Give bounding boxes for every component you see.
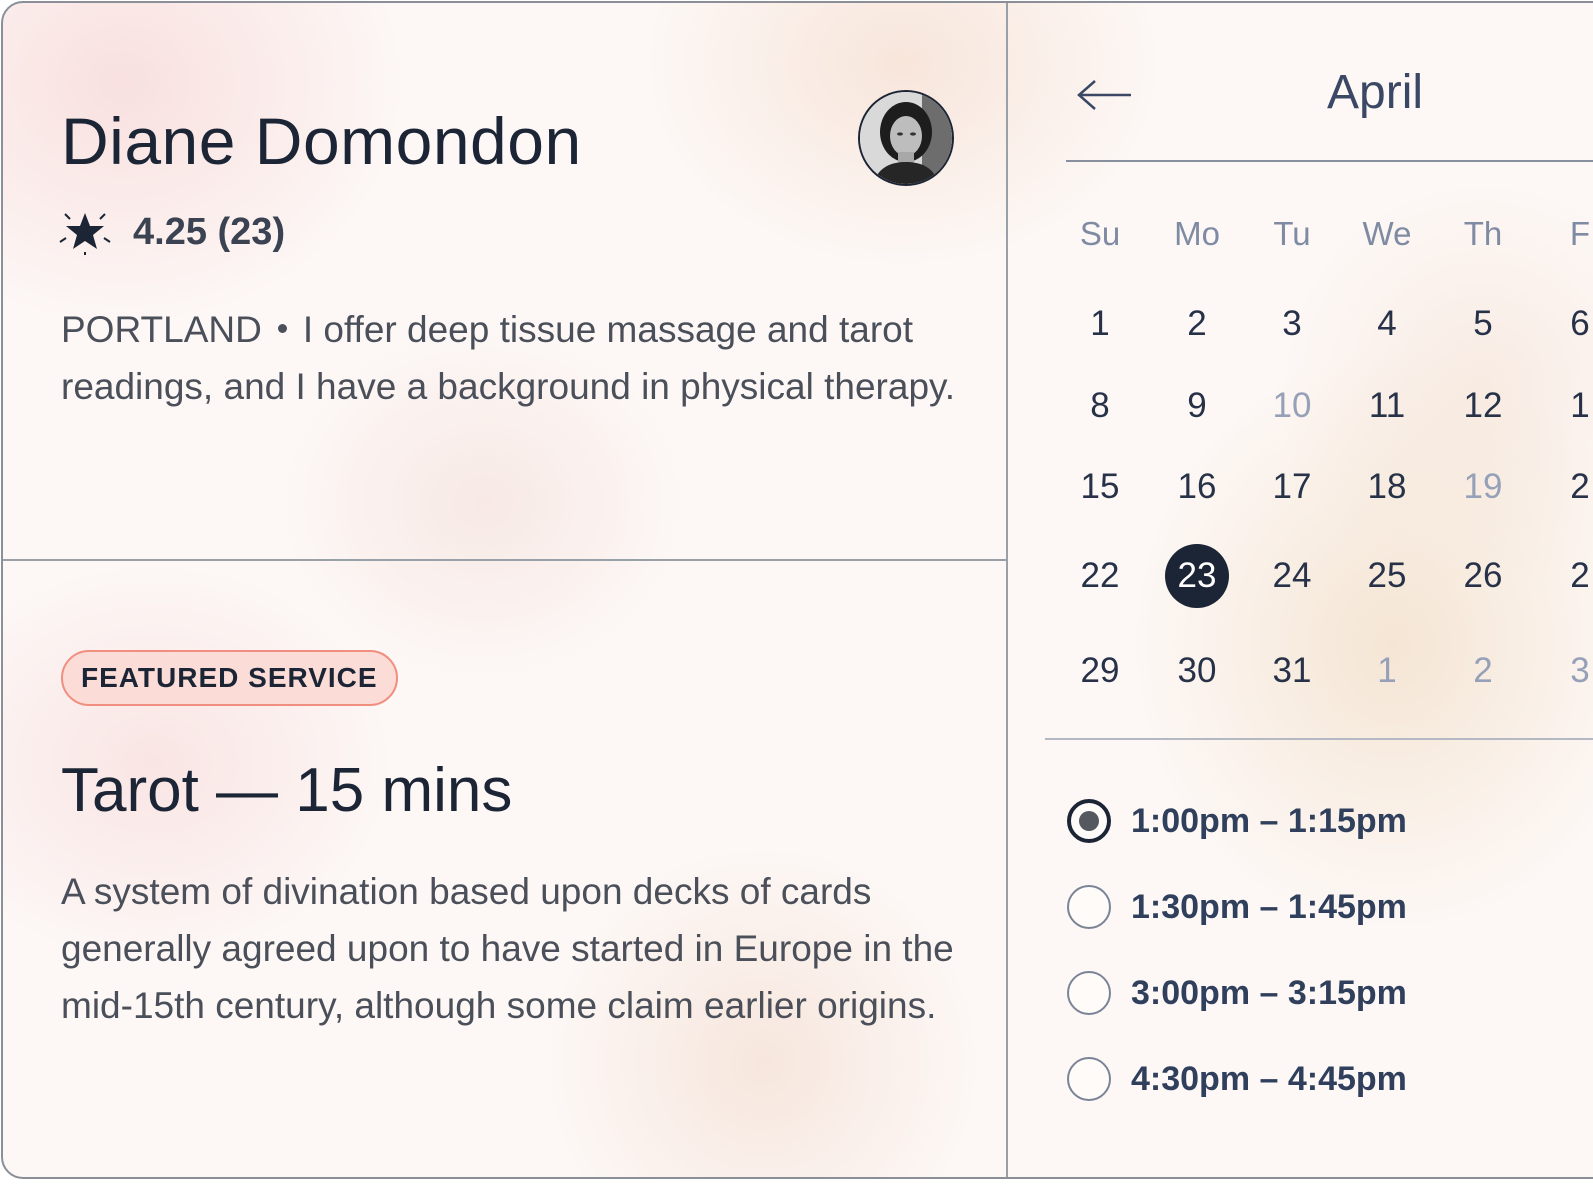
service-description: A system of divination based upon decks … — [61, 871, 954, 1026]
calendar-day[interactable]: 6 — [1540, 291, 1593, 357]
service-title: Tarot — 15 mins — [61, 756, 513, 825]
radio-unselected[interactable] — [1067, 1057, 1111, 1101]
calendar-day[interactable]: 15 — [1060, 454, 1140, 520]
calendar-day[interactable]: 2 — [1443, 638, 1523, 704]
bullet-separator — [277, 323, 287, 333]
calendar-day[interactable]: 22 — [1060, 543, 1140, 609]
calendar-day[interactable]: 19 — [1443, 454, 1523, 520]
location: PORTLAND — [61, 309, 262, 350]
provider-bio: PORTLAND I offer deep tissue massage and … — [61, 301, 961, 415]
calendar-day[interactable]: 31 — [1252, 638, 1332, 704]
time-slot-option[interactable]: 4:30pm – 4:45pm — [1067, 1057, 1407, 1101]
weekday-label: Mo — [1174, 215, 1220, 252]
calendar-day[interactable]: 1 — [1540, 373, 1593, 439]
calendar-day[interactable]: 9 — [1157, 373, 1237, 439]
avatar[interactable] — [858, 90, 954, 186]
calendar-day[interactable]: 25 — [1347, 543, 1427, 609]
rating-value: 4.25 (23) — [133, 210, 286, 253]
calendar-day[interactable]: 5 — [1443, 291, 1523, 357]
calendar-day[interactable]: 29 — [1060, 638, 1140, 704]
calendar-day[interactable]: 26 — [1443, 543, 1523, 609]
time-slot-label: 1:00pm – 1:15pm — [1131, 801, 1407, 840]
calendar-day[interactable]: 3 — [1252, 291, 1332, 357]
booking-card: Diane Domondon 4.25 (23) PORTLAND I offer… — [1, 1, 1593, 1179]
calendar-day[interactable]: 16 — [1157, 454, 1237, 520]
column-divider — [1006, 3, 1008, 1177]
weekday-label: Su — [1079, 215, 1121, 252]
calendar-day[interactable]: 10 — [1252, 373, 1332, 439]
calendar-day[interactable]: 8 — [1060, 373, 1140, 439]
rating-row: 4.25 (23) — [57, 208, 285, 256]
calendar-header-divider — [1066, 160, 1593, 162]
avatar-portrait — [860, 92, 952, 184]
section-divider — [3, 559, 1007, 561]
time-slot-option[interactable]: 1:30pm – 1:45pm — [1067, 885, 1407, 929]
time-slot-option[interactable]: 1:00pm – 1:15pm — [1067, 799, 1407, 843]
weekday-label: We — [1362, 215, 1412, 252]
calendar-day[interactable]: 1 — [1347, 638, 1427, 704]
time-slot-label: 4:30pm – 4:45pm — [1131, 1059, 1407, 1098]
provider-name: Diane Domondon — [61, 104, 582, 178]
radio-unselected[interactable] — [1067, 885, 1111, 929]
calendar-slots-divider — [1045, 738, 1593, 740]
month-label: April — [1327, 66, 1424, 119]
time-slot-label: 3:00pm – 3:15pm — [1131, 973, 1407, 1012]
arrow-left-icon — [1077, 80, 1131, 110]
time-slot-option[interactable]: 3:00pm – 3:15pm — [1067, 971, 1407, 1015]
calendar-day-selected[interactable]: 23 — [1165, 544, 1229, 608]
calendar-day[interactable]: 24 — [1252, 543, 1332, 609]
calendar-day[interactable]: 2 — [1540, 543, 1593, 609]
calendar-day[interactable]: 12 — [1443, 373, 1523, 439]
weekday-label: Tu — [1273, 215, 1311, 252]
calendar-day[interactable]: 3 — [1540, 638, 1593, 704]
calendar-day[interactable]: 11 — [1347, 373, 1427, 439]
calendar-day[interactable]: 4 — [1347, 291, 1427, 357]
calendar-day[interactable]: 2 — [1157, 291, 1237, 357]
radio-unselected[interactable] — [1067, 971, 1111, 1015]
calendar-day[interactable]: 17 — [1252, 454, 1332, 520]
time-slot-label: 1:30pm – 1:45pm — [1131, 887, 1407, 926]
radio-selected[interactable] — [1067, 799, 1111, 843]
prev-month-button[interactable] — [1075, 75, 1135, 115]
calendar-day[interactable]: 1 — [1060, 291, 1140, 357]
weekday-label: Th — [1463, 215, 1503, 252]
sparkle-star-icon — [59, 213, 111, 255]
calendar-day[interactable]: 18 — [1347, 454, 1427, 520]
featured-service-badge: FEATURED SERVICE — [61, 650, 398, 706]
weekday-label: F — [1569, 215, 1591, 252]
calendar-day[interactable]: 30 — [1157, 638, 1237, 704]
calendar-day[interactable]: 2 — [1540, 454, 1593, 520]
